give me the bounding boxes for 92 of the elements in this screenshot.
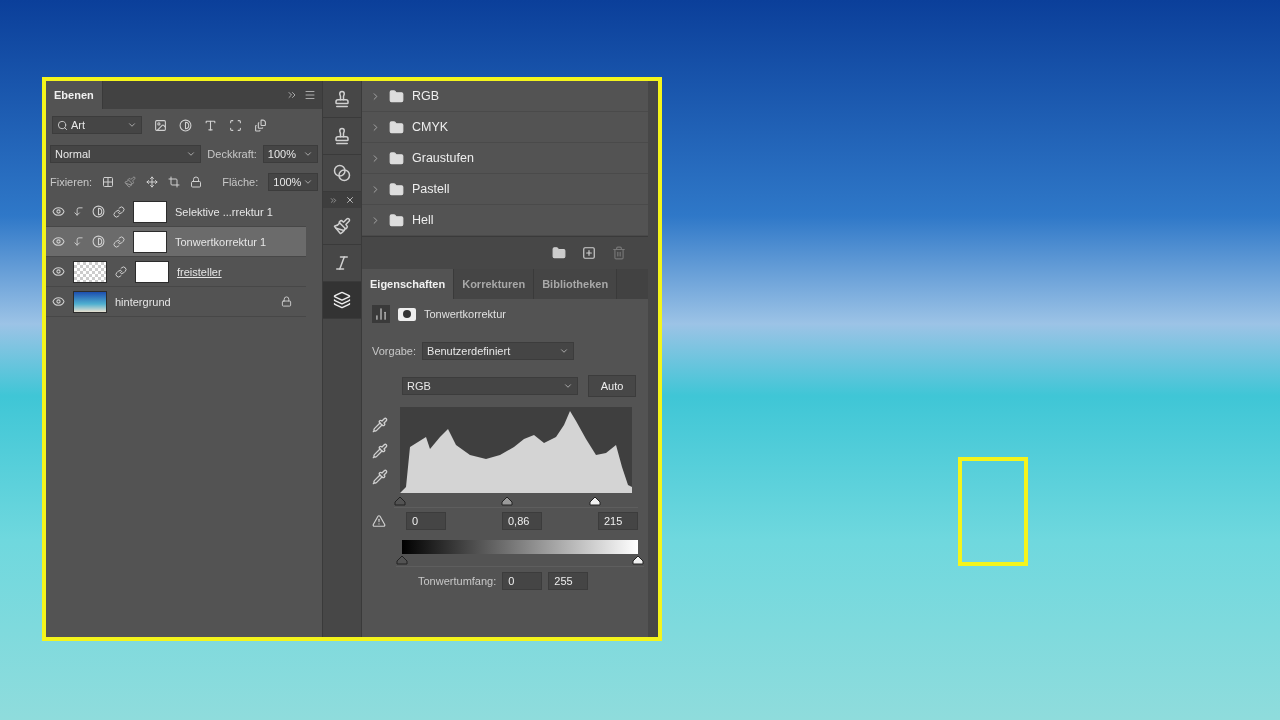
move-icon[interactable] xyxy=(146,176,159,188)
caret-icon[interactable] xyxy=(303,177,313,187)
image-icon[interactable] xyxy=(154,118,167,132)
caret-icon[interactable] xyxy=(559,346,570,356)
preset-folder[interactable]: RGB xyxy=(362,81,648,112)
panel-tab[interactable]: Eigenschaften xyxy=(362,269,455,299)
preset-dropdown[interactable]: Benutzerdefiniert xyxy=(422,342,575,360)
output-range-label: Tonwertumfang: xyxy=(418,575,497,587)
expand-icon[interactable] xyxy=(329,195,338,205)
scrollbar[interactable] xyxy=(648,81,658,637)
layer-name: freisteller xyxy=(177,265,223,278)
lock-label: Fixieren: xyxy=(50,176,93,188)
folder-name: Graustufen xyxy=(412,151,474,165)
eyedropper-icon[interactable] xyxy=(372,469,388,485)
output-level-slider[interactable] xyxy=(396,555,644,567)
color-circles-icon[interactable] xyxy=(333,164,351,182)
input-level-field[interactable]: 0 xyxy=(406,512,446,530)
photo-thumbnail xyxy=(73,290,107,313)
histogram-icon[interactable] xyxy=(372,305,390,323)
folder-name: RGB xyxy=(412,89,440,103)
output-level-field[interactable]: 255 xyxy=(548,572,589,590)
italic-icon[interactable] xyxy=(333,254,351,272)
slider-thumb[interactable] xyxy=(500,496,513,506)
layer-name: hintergrund xyxy=(115,295,172,308)
layer-name: Tonwertkorrektur 1 xyxy=(175,235,268,248)
input-level-field[interactable]: 215 xyxy=(598,512,638,530)
eye-icon[interactable] xyxy=(52,205,65,218)
layer-name: Selektive ...rrektur 1 xyxy=(175,205,274,218)
clipping-warning-icon[interactable] xyxy=(372,514,386,528)
folder-name: CMYK xyxy=(412,120,449,134)
eye-icon[interactable] xyxy=(52,265,65,278)
preset-folder[interactable]: Graustufen xyxy=(362,143,648,174)
preset-folder[interactable]: CMYK xyxy=(362,112,648,143)
lock-icon[interactable] xyxy=(190,176,203,188)
caret-icon[interactable] xyxy=(186,149,197,159)
preset-label: Vorgabe: xyxy=(372,345,417,357)
slider-thumb[interactable] xyxy=(394,496,406,506)
auto-button[interactable]: Auto xyxy=(588,375,636,397)
eyedropper-icon[interactable] xyxy=(372,443,388,459)
link-icon xyxy=(115,265,127,278)
mask-thumbnail xyxy=(133,230,167,253)
panel-tab[interactable]: Ebenen xyxy=(46,81,103,109)
folder-name: Hell xyxy=(412,213,434,227)
transform-icon[interactable] xyxy=(229,118,242,132)
mask-thumbnail xyxy=(135,260,169,283)
eye-icon[interactable] xyxy=(52,295,65,308)
mask-icon[interactable] xyxy=(398,307,416,321)
stamp-icon[interactable] xyxy=(333,90,351,108)
crop-icon[interactable] xyxy=(168,176,181,188)
properties-title: Tonwertkorrektur xyxy=(424,308,506,320)
caret-icon[interactable] xyxy=(127,120,137,130)
expand-icon[interactable] xyxy=(286,89,298,101)
stamp-icon[interactable] xyxy=(333,127,351,145)
smart-object-icon[interactable] xyxy=(254,118,267,132)
layers-icon[interactable] xyxy=(333,291,351,309)
input-level-field[interactable]: 0,86 xyxy=(502,512,542,530)
link-icon xyxy=(113,235,125,248)
mask-thumbnail xyxy=(133,200,167,223)
fill-field[interactable]: 100% xyxy=(268,173,318,191)
blend-mode-dropdown[interactable]: Normal xyxy=(50,145,202,163)
fill-label: Fläche: xyxy=(222,176,259,188)
folder-icon xyxy=(389,150,404,166)
output-level-field[interactable]: 0 xyxy=(502,572,543,590)
search-icon xyxy=(57,119,68,131)
caret-icon[interactable] xyxy=(563,381,573,391)
folder-icon[interactable] xyxy=(552,246,566,260)
slider-thumb[interactable] xyxy=(588,496,601,506)
folder-icon xyxy=(389,88,404,104)
eye-icon[interactable] xyxy=(52,235,65,248)
folder-name: Pastell xyxy=(412,182,450,196)
close-icon[interactable] xyxy=(345,195,355,205)
channel-dropdown[interactable]: RGB xyxy=(402,377,578,395)
preset-folder[interactable]: Pastell xyxy=(362,174,648,205)
brush-icon[interactable] xyxy=(333,217,351,235)
layer-row[interactable]: Tonwertkorrektur 1 xyxy=(46,227,306,257)
caret-icon[interactable] xyxy=(303,149,313,159)
new-icon[interactable] xyxy=(582,246,596,260)
folder-icon xyxy=(389,119,404,135)
input-level-slider[interactable] xyxy=(394,496,638,508)
menu-icon[interactable] xyxy=(304,89,316,101)
opacity-field[interactable]: 100% xyxy=(262,145,318,163)
folder-icon xyxy=(389,212,404,228)
slider-thumb[interactable] xyxy=(396,555,408,565)
slider-thumb[interactable] xyxy=(632,555,644,565)
type-icon[interactable] xyxy=(204,118,217,132)
folder-icon xyxy=(389,181,404,197)
checkerboard-icon[interactable] xyxy=(102,176,115,188)
filter-dropdown[interactable]: Art xyxy=(52,116,142,134)
layer-thumbnail xyxy=(73,260,107,283)
opacity-label: Deckkraft: xyxy=(207,148,257,160)
link-icon xyxy=(113,205,125,218)
eyedropper-icon[interactable] xyxy=(372,417,388,433)
